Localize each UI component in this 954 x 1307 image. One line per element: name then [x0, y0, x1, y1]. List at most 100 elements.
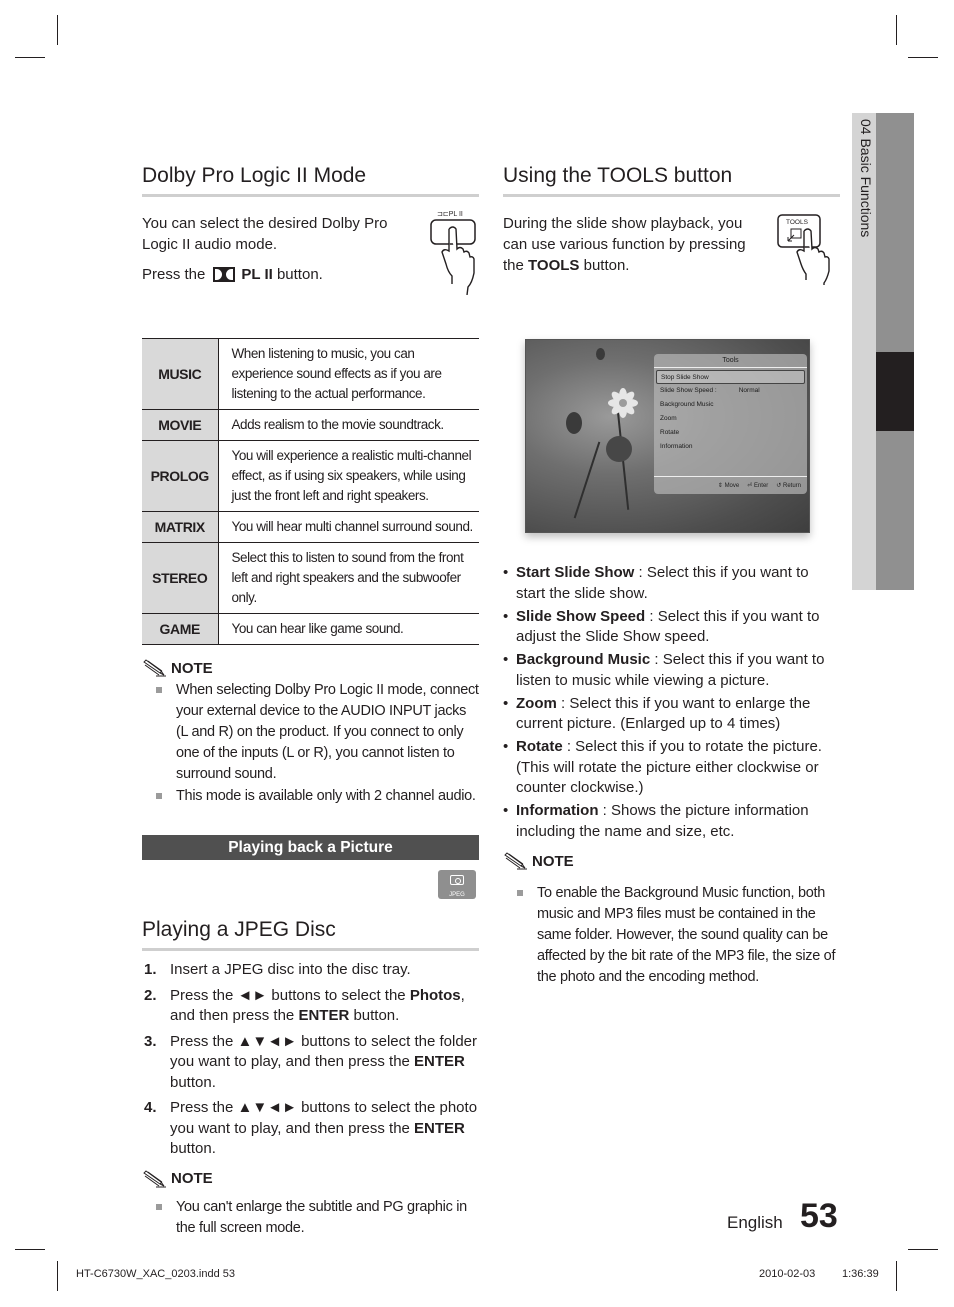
tools-item-label: Slide Show Speed : — [660, 387, 717, 394]
dolby-heading: Dolby Pro Logic II Mode — [142, 162, 479, 197]
tools-item-rotate[interactable]: Rotate — [656, 426, 805, 440]
flower-bud — [566, 412, 582, 434]
note-heading: NOTE — [142, 659, 479, 677]
crop-mark — [15, 57, 45, 58]
feature-term: Zoom — [516, 694, 557, 712]
tools-item-label: Background Music — [660, 401, 714, 408]
dolby-intro-text: You can select the desired Dolby Pro Log… — [142, 215, 388, 253]
pencil-note-icon — [143, 659, 166, 677]
feature-term: Rotate — [516, 738, 563, 755]
enter-icon: ⏎ — [747, 483, 753, 489]
note-heading: NOTE — [142, 1169, 479, 1188]
step-item: 1. Insert a JPEG disc into the disc tray. — [142, 960, 479, 981]
slug-date: 2010-02-03 — [759, 1268, 816, 1280]
feature-item: Slide Show Speed : Select this if you wa… — [503, 607, 840, 648]
step-item: 3. Press the ▲▼◄► buttons to select the f… — [142, 1032, 479, 1094]
tools-item-background-music[interactable]: Background Music — [656, 398, 805, 412]
remote-hand-pl2-icon: ⊐⊏PL II — [430, 211, 476, 295]
tools-menu-screenshot: Tools Stop Slide Show Slide Show Speed :… — [525, 339, 810, 533]
table-row: STEREO Select this to listen to sound fr… — [142, 542, 479, 614]
tools-intro-text: During the slide show playback, you can … — [503, 213, 758, 276]
step-emphasis: ENTER — [298, 1007, 350, 1024]
file-slug: HT-C6730W_XAC_0203.indd 53 — [76, 1268, 235, 1280]
mode-name: MUSIC — [142, 338, 219, 410]
return-hint: ↺ Return — [776, 483, 801, 489]
tools-intro-suffix: button. — [579, 257, 630, 274]
crop-mark — [57, 15, 58, 45]
flower-bud — [596, 348, 605, 360]
tools-feature-list: Start Slide Show : Select this if you wa… — [503, 563, 840, 842]
tools-intro: During the slide show playback, you can … — [503, 213, 840, 295]
step-emphasis: Photos — [409, 986, 461, 1004]
step-number: 4. — [144, 1099, 157, 1116]
side-tab-text: 04 Basic Functions — [858, 119, 874, 238]
move-hint: ⇕ Move — [717, 483, 740, 489]
crop-mark — [57, 1261, 58, 1291]
svg-text:⊐⊏PL II: ⊐⊏PL II — [437, 211, 463, 218]
tools-item-information[interactable]: Information — [656, 440, 805, 454]
press-prefix: Press the — [142, 266, 206, 283]
jpeg-steps: 1. Insert a JPEG disc into the disc tray.… — [142, 960, 479, 1160]
tools-popup-panel: Tools Stop Slide Show Slide Show Speed :… — [654, 354, 807, 494]
left-column: Dolby Pro Logic II Mode You can select t… — [142, 162, 479, 1240]
step-emphasis: ENTER — [414, 1053, 465, 1070]
flower-stem — [573, 441, 601, 519]
chapter-side-tab: 04 Basic Functions — [852, 113, 914, 590]
dolby-modes-table: MUSIC When listening to music, you can e… — [142, 338, 479, 645]
step-number: 2. — [144, 986, 157, 1004]
side-tab-label: 04 Basic Functions — [852, 113, 876, 313]
tools-item-stop-slide-show[interactable]: Stop Slide Show — [656, 370, 805, 384]
note-item: When selecting Dolby Pro Logic II mode, … — [142, 680, 479, 785]
tools-heading: Using the TOOLS button — [503, 162, 840, 197]
note-label: NOTE — [171, 659, 213, 677]
press-suffix: button. — [276, 266, 323, 283]
pencil-note-icon — [143, 1169, 166, 1187]
feature-term: Information — [516, 802, 599, 819]
feature-item: Zoom : Select this if you want to enlarg… — [503, 694, 840, 735]
jpeg-note: NOTE You can't enlarge the subtitle and … — [142, 1169, 479, 1239]
table-row: MATRIX You will hear multi channel surro… — [142, 511, 479, 543]
feature-item: Information : Shows the picture informat… — [503, 801, 840, 842]
crop-mark — [908, 57, 938, 58]
note-label: NOTE — [171, 1170, 213, 1187]
page-number: 53 — [800, 1197, 838, 1235]
enter-hint: ⏎ Enter — [747, 483, 769, 489]
table-row: MUSIC When listening to music, you can e… — [142, 338, 479, 410]
note-item: To enable the Background Music function,… — [503, 883, 840, 988]
mode-name: GAME — [142, 613, 219, 645]
crop-mark — [908, 1249, 938, 1250]
tools-popup-footer: ⇕ Move ⏎ Enter ↺ Return — [654, 476, 807, 494]
mode-name: MATRIX — [142, 511, 219, 543]
note-label: NOTE — [532, 852, 574, 870]
feature-desc: : Select this if you to rotate the pictu… — [516, 738, 822, 796]
note-list: To enable the Background Music function,… — [503, 883, 840, 988]
tools-item-label: Zoom — [660, 415, 677, 422]
flower-image — [608, 388, 638, 418]
step-number: 1. — [144, 961, 157, 978]
tools-item-slide-show-speed[interactable]: Slide Show Speed : Normal — [656, 384, 805, 398]
tools-item-value: Normal — [738, 387, 760, 394]
feature-desc: : Select this if you want to enlarge the… — [516, 694, 811, 733]
dolby-logo-icon — [213, 267, 236, 282]
table-row: GAME You can hear like game sound. — [142, 613, 479, 645]
tools-item-label: Information — [660, 443, 693, 450]
remote-hand-tools-icon: TOOLS — [777, 214, 830, 285]
feature-item: Rotate : Select this if you to rotate th… — [503, 737, 840, 799]
jpeg-heading: Playing a JPEG Disc — [142, 916, 479, 951]
flower-bud — [606, 436, 632, 462]
section-bar-playing-back-picture: Playing back a Picture — [142, 835, 479, 860]
step-item: 4. Press the ▲▼◄► buttons to select the p… — [142, 1098, 479, 1160]
mode-desc: When listening to music, you can experie… — [218, 338, 479, 410]
dolby-note: NOTE When selecting Dolby Pro Logic II m… — [142, 659, 479, 807]
table-row: PROLOG You will experience a realistic m… — [142, 440, 479, 512]
mode-name: PROLOG — [142, 440, 219, 512]
step-text: Insert a JPEG disc into the disc tray. — [170, 961, 411, 978]
feature-term: Start Slide Show — [516, 564, 635, 581]
side-tab-marker — [876, 352, 914, 431]
right-column: Using the TOOLS button During the slide … — [503, 162, 840, 989]
tools-item-zoom[interactable]: Zoom — [656, 412, 805, 426]
dolby-intro: You can select the desired Dolby Pro Log… — [142, 211, 479, 325]
pencil-note-icon — [504, 852, 527, 870]
note-item: You can't enlarge the subtitle and PG gr… — [142, 1197, 479, 1239]
feature-item: Background Music : Select this if you wa… — [503, 650, 840, 691]
